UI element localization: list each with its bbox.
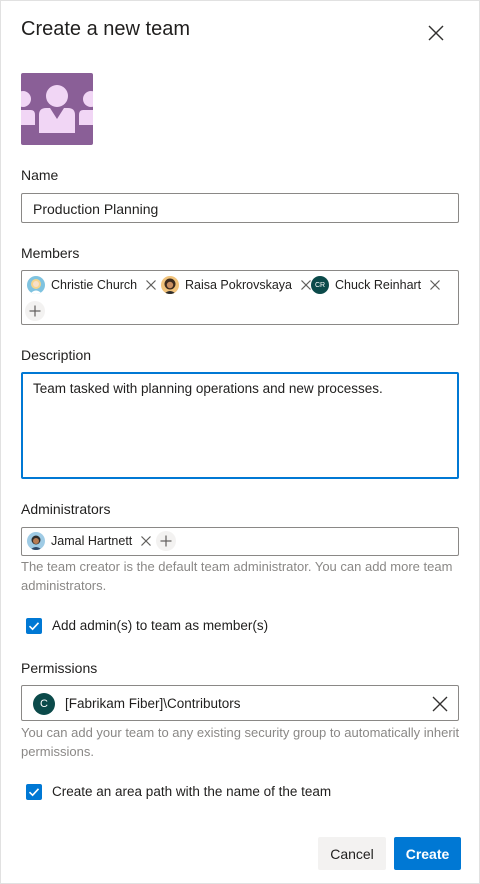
- name-value: Production Planning: [33, 201, 159, 217]
- permissions-label: Permissions: [21, 660, 98, 676]
- administrators-label: Administrators: [21, 501, 111, 517]
- cancel-button[interactable]: Cancel: [318, 837, 386, 870]
- avatar: [27, 276, 45, 294]
- members-picker[interactable]: Christie Church Raisa Pokrovskaya CR Chu…: [21, 270, 459, 325]
- member-pill: CR Chuck Reinhart: [311, 274, 441, 296]
- remove-member-icon[interactable]: [145, 279, 157, 291]
- checkmark-icon: [28, 788, 40, 797]
- team-people-icon: [21, 85, 93, 133]
- create-button[interactable]: Create: [394, 837, 461, 870]
- team-image[interactable]: [21, 73, 93, 145]
- permissions-value: [Fabrikam Fiber]\Contributors: [65, 696, 241, 711]
- member-pill: Raisa Pokrovskaya: [161, 274, 312, 296]
- permissions-picker[interactable]: C [Fabrikam Fiber]\Contributors: [21, 685, 459, 721]
- administrators-picker[interactable]: Jamal Hartnett: [21, 527, 459, 556]
- administrators-helper-text: The team creator is the default team adm…: [21, 559, 453, 593]
- remove-member-icon[interactable]: [429, 279, 441, 291]
- name-input[interactable]: Production Planning: [21, 193, 459, 223]
- admin-pill: Jamal Hartnett: [27, 530, 152, 552]
- plus-icon: [160, 535, 172, 547]
- member-name: Raisa Pokrovskaya: [185, 278, 292, 292]
- member-pill: Christie Church: [27, 274, 157, 296]
- avatar: [161, 276, 179, 294]
- add-admins-label: Add admin(s) to team as member(s): [52, 618, 269, 633]
- avatar-initials: CR: [311, 276, 329, 294]
- admin-name: Jamal Hartnett: [51, 534, 133, 548]
- create-team-dialog: Create a new team Name Production Planni…: [0, 0, 480, 884]
- description-label: Description: [21, 347, 92, 363]
- name-label: Name: [21, 167, 59, 183]
- group-avatar: C: [33, 693, 55, 715]
- permissions-helper-text: You can add your team to any existing se…: [21, 725, 460, 759]
- add-admins-checkbox[interactable]: [26, 618, 42, 634]
- area-path-checkbox[interactable]: [26, 784, 42, 800]
- plus-icon: [29, 305, 41, 317]
- member-name: Christie Church: [51, 278, 138, 292]
- close-icon[interactable]: [423, 20, 449, 46]
- add-member-button[interactable]: [25, 301, 45, 321]
- dialog-title: Create a new team: [21, 18, 190, 40]
- remove-admin-icon[interactable]: [140, 535, 152, 547]
- add-admin-button[interactable]: [156, 531, 176, 551]
- members-label: Members: [21, 245, 80, 261]
- member-name: Chuck Reinhart: [335, 278, 422, 292]
- area-path-label: Create an area path with the name of the…: [52, 784, 332, 799]
- checkmark-icon: [28, 622, 40, 631]
- avatar: [27, 532, 45, 550]
- description-value: Team tasked with planning operations and…: [33, 381, 383, 396]
- description-textarea[interactable]: Team tasked with planning operations and…: [21, 372, 459, 479]
- clear-permissions-icon[interactable]: [431, 695, 449, 713]
